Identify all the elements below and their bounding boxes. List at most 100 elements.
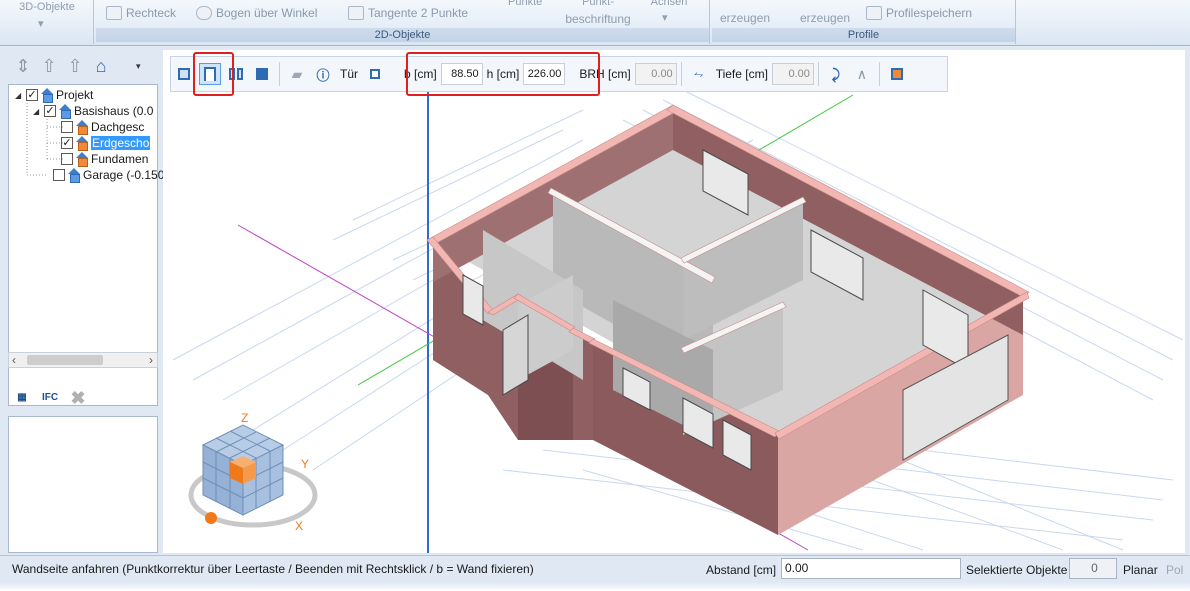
- panel-door-icon: [256, 68, 268, 80]
- separator: [878, 62, 880, 86]
- checkbox-fundament[interactable]: [61, 153, 73, 165]
- erzeugen-button-2[interactable]: erzeugen: [800, 12, 850, 25]
- separator: [680, 62, 682, 86]
- status-bar: Wandseite anfahren (Punktkorrektur über …: [0, 555, 1190, 582]
- brh-input[interactable]: 0.00: [634, 63, 677, 85]
- level-down-icon[interactable]: ⇕: [12, 55, 34, 77]
- ribbon-3d-label[interactable]: 3D-Objekte: [8, 1, 86, 14]
- app-window: 3D-Objekte ▾ Rechteck Bogen über Winkel …: [0, 0, 1190, 591]
- ifc-import-button[interactable]: IFC: [40, 388, 60, 408]
- punkte-button[interactable]: Punkte: [508, 0, 542, 9]
- tree-item-dachgeschoss[interactable]: Dachgesc: [61, 119, 144, 135]
- scroll-right-icon[interactable]: ›: [149, 353, 153, 367]
- checkbox-erdgeschoss[interactable]: ✓: [61, 137, 73, 149]
- selektierte-count: 0: [1069, 558, 1117, 579]
- tangente-button[interactable]: Tangente 2 Punkte: [348, 6, 468, 20]
- delete-icon[interactable]: ✖: [68, 388, 88, 408]
- checkbox-garage[interactable]: [53, 169, 65, 181]
- building-icon: [67, 168, 81, 183]
- pol-toggle[interactable]: Pol: [1166, 563, 1183, 577]
- floor-icon: [75, 120, 89, 135]
- properties-toolbar: ▦ IFC ✖: [8, 382, 158, 414]
- panel-menu-icon[interactable]: ▾: [136, 61, 141, 72]
- 3d-viewport[interactable]: Z Y X: [163, 50, 1185, 553]
- profilspeichern-button[interactable]: Profilespeichern: [866, 6, 972, 20]
- mirror-icon: ⤸: [831, 65, 841, 82]
- tiefe-toggle-button[interactable]: ⥊: [688, 63, 710, 85]
- abstand-label: Abstand [cm]: [706, 563, 777, 577]
- navigation-cube[interactable]: Z Y X: [188, 411, 318, 533]
- mirror-button[interactable]: ⤸: [825, 63, 847, 85]
- building-icon: [58, 104, 72, 119]
- model-canvas[interactable]: Z Y X: [163, 50, 1185, 553]
- tree-label-erdgeschoss: Erdgescho: [91, 136, 151, 150]
- scroll-thumb[interactable]: [27, 355, 103, 365]
- settings-button[interactable]: [886, 63, 908, 85]
- single-door-icon: [178, 68, 190, 80]
- home-up-icon[interactable]: ⌂: [90, 55, 112, 77]
- door-type-panel-button[interactable]: [251, 63, 273, 85]
- tree-label-basishaus: Basishaus (0.0: [74, 104, 154, 118]
- tangente-label: Tangente 2 Punkte: [368, 6, 469, 20]
- window-bottom-edge: [0, 582, 1190, 591]
- separator: [279, 62, 280, 86]
- checkbox-dachgeschoss[interactable]: [61, 121, 73, 133]
- rechteck-button[interactable]: Rechteck: [106, 6, 176, 20]
- svg-text:Y: Y: [301, 457, 309, 471]
- erzeugen-button-1[interactable]: erzeugen: [720, 12, 770, 25]
- floor-icon: [75, 136, 89, 151]
- tree-label-dachgeschoss: Dachgesc: [91, 120, 145, 134]
- ribbon: 3D-Objekte ▾ Rechteck Bogen über Winkel …: [0, 0, 1190, 46]
- checkbox-projekt[interactable]: ✓: [26, 89, 38, 101]
- profilspeichern-label: Profilespeichern: [886, 6, 973, 20]
- settings-icon: [890, 68, 903, 80]
- scroll-left-icon[interactable]: ‹: [12, 353, 16, 367]
- door-properties-button[interactable]: ⓘ: [312, 63, 334, 85]
- svg-text:Z: Z: [241, 411, 248, 425]
- abstand-input[interactable]: 0.00: [781, 558, 961, 579]
- arc-icon: [196, 6, 212, 20]
- project-icon: [40, 88, 54, 103]
- status-message: Wandseite anfahren (Punktkorrektur über …: [12, 562, 534, 576]
- collapse-icon[interactable]: ◢: [15, 91, 24, 100]
- tree-item-garage[interactable]: Garage (-0.150: [43, 167, 164, 183]
- rechteck-label: Rechteck: [126, 6, 177, 20]
- tree-item-basishaus[interactable]: ◢ ✓ Basishaus (0.0: [33, 103, 153, 119]
- punktbeschriftung-button[interactable]: beschriftung: [558, 13, 638, 26]
- door-frame-icon: [370, 69, 380, 79]
- tree-label-projekt: Projekt: [56, 88, 94, 102]
- tiefe-input[interactable]: 0.00: [771, 63, 814, 85]
- achsen-button[interactable]: Achsen: [644, 0, 694, 9]
- door-label: Tür: [340, 67, 358, 81]
- tree-label-fundament: Fundamen: [91, 152, 149, 166]
- bogen-button[interactable]: Bogen über Winkel: [196, 6, 317, 20]
- tree-horizontal-scrollbar[interactable]: ‹ ›: [8, 352, 158, 368]
- flip-icon: ∧: [856, 65, 868, 82]
- add-building-icon[interactable]: ▦: [12, 388, 32, 408]
- flip-button[interactable]: ∧: [851, 63, 873, 85]
- separator: [817, 62, 819, 86]
- rectangle-icon: [106, 6, 122, 20]
- tree-item-fundament[interactable]: Fundamen: [61, 151, 148, 167]
- ribbon-group-3d: 3D-Objekte ▾: [0, 0, 94, 44]
- collapse-icon[interactable]: ◢: [33, 107, 42, 116]
- arrow-up-icon-2[interactable]: ⇧: [64, 55, 86, 77]
- door-type-single-button[interactable]: [173, 63, 195, 85]
- ribbon-group-2d: Rechteck Bogen über Winkel Tangente 2 Pu…: [96, 0, 710, 44]
- chevron-down-icon[interactable]: ▾: [38, 18, 44, 31]
- double-door-icon-2: [237, 68, 243, 80]
- arrow-up-icon[interactable]: ⇧: [38, 55, 60, 77]
- tree-item-projekt[interactable]: ◢ ✓ Projekt: [15, 87, 93, 103]
- punktbeschriftung-top[interactable]: Punkt-: [558, 0, 638, 9]
- open-catalog-button[interactable]: ▰: [286, 63, 308, 85]
- ribbon-profile-title: Profile: [712, 28, 1015, 42]
- ribbon-2d-title: 2D-Objekte: [96, 28, 709, 42]
- folder-icon: ▰: [291, 65, 303, 82]
- tree-item-erdgeschoss[interactable]: ✓ Erdgescho: [61, 135, 151, 151]
- planar-toggle[interactable]: Planar: [1123, 563, 1158, 577]
- door-frame-button[interactable]: [364, 63, 386, 85]
- checkbox-basishaus[interactable]: ✓: [44, 105, 56, 117]
- project-panel: ⇕ ⇧ ⇧ ⌂ ▾ ◢ ✓ Projekt ◢ ✓ Basishaus (0.0: [8, 50, 164, 553]
- selektierte-label: Selektierte Objekte: [966, 563, 1068, 577]
- bogen-label: Bogen über Winkel: [216, 6, 318, 20]
